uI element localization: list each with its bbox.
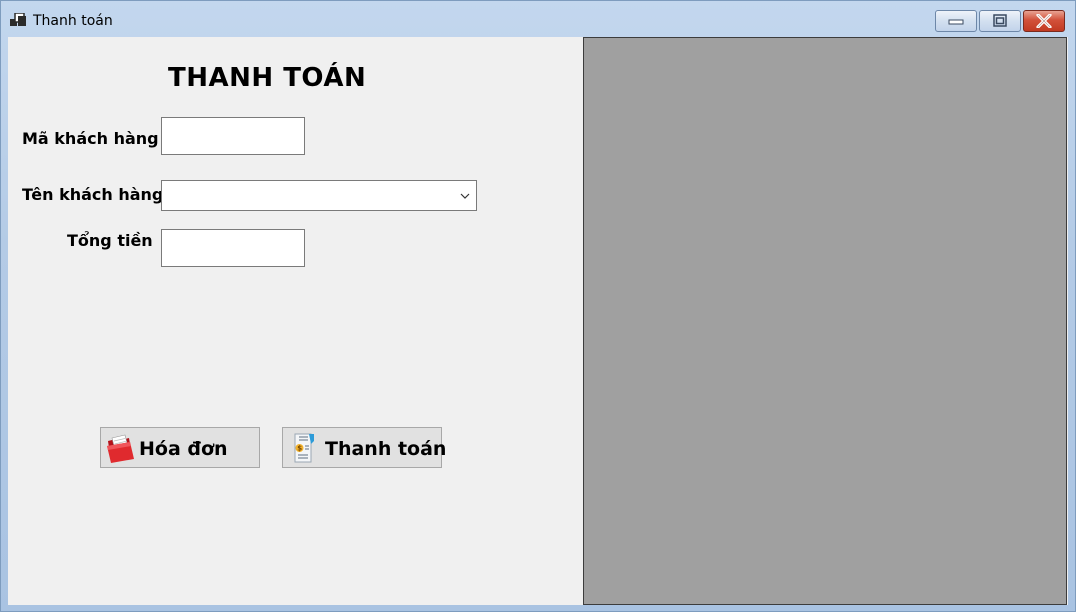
customer-id-label: Mã khách hàng: [22, 129, 159, 148]
app-window: Thanh toán THANH TOÁN Mã khách hàng Tên …: [0, 0, 1076, 612]
maximize-button[interactable]: [979, 10, 1021, 32]
minimize-icon: [948, 19, 964, 25]
customer-name-label: Tên khách hàng: [22, 185, 164, 204]
customer-id-input[interactable]: [161, 117, 305, 155]
app-icon: [10, 13, 26, 26]
pay-button-label: Thanh toán: [325, 438, 447, 460]
preview-panel: [583, 37, 1067, 605]
close-icon: [1036, 14, 1052, 28]
page-title: THANH TOÁN: [168, 63, 367, 93]
window-title: Thanh toán: [33, 13, 113, 29]
restore-icon: [993, 14, 1007, 27]
invoice-button-label: Hóa đơn: [139, 438, 228, 460]
svg-text:$: $: [297, 445, 302, 453]
chevron-down-icon: [460, 193, 470, 199]
invoice-button[interactable]: Hóa đơn: [100, 427, 260, 468]
receipt-icon: $: [294, 433, 314, 463]
total-label: Tổng tiền: [67, 231, 153, 250]
title-bar[interactable]: Thanh toán: [1, 1, 1075, 37]
form-client-area: THANH TOÁN Mã khách hàng Tên khách hàng …: [8, 37, 1068, 605]
total-input[interactable]: [161, 229, 305, 267]
folder-icon: [107, 434, 134, 463]
customer-name-combobox[interactable]: [161, 180, 477, 211]
pay-button[interactable]: $ Thanh toán: [282, 427, 446, 468]
close-button[interactable]: [1023, 10, 1065, 32]
minimize-button[interactable]: [935, 10, 977, 32]
